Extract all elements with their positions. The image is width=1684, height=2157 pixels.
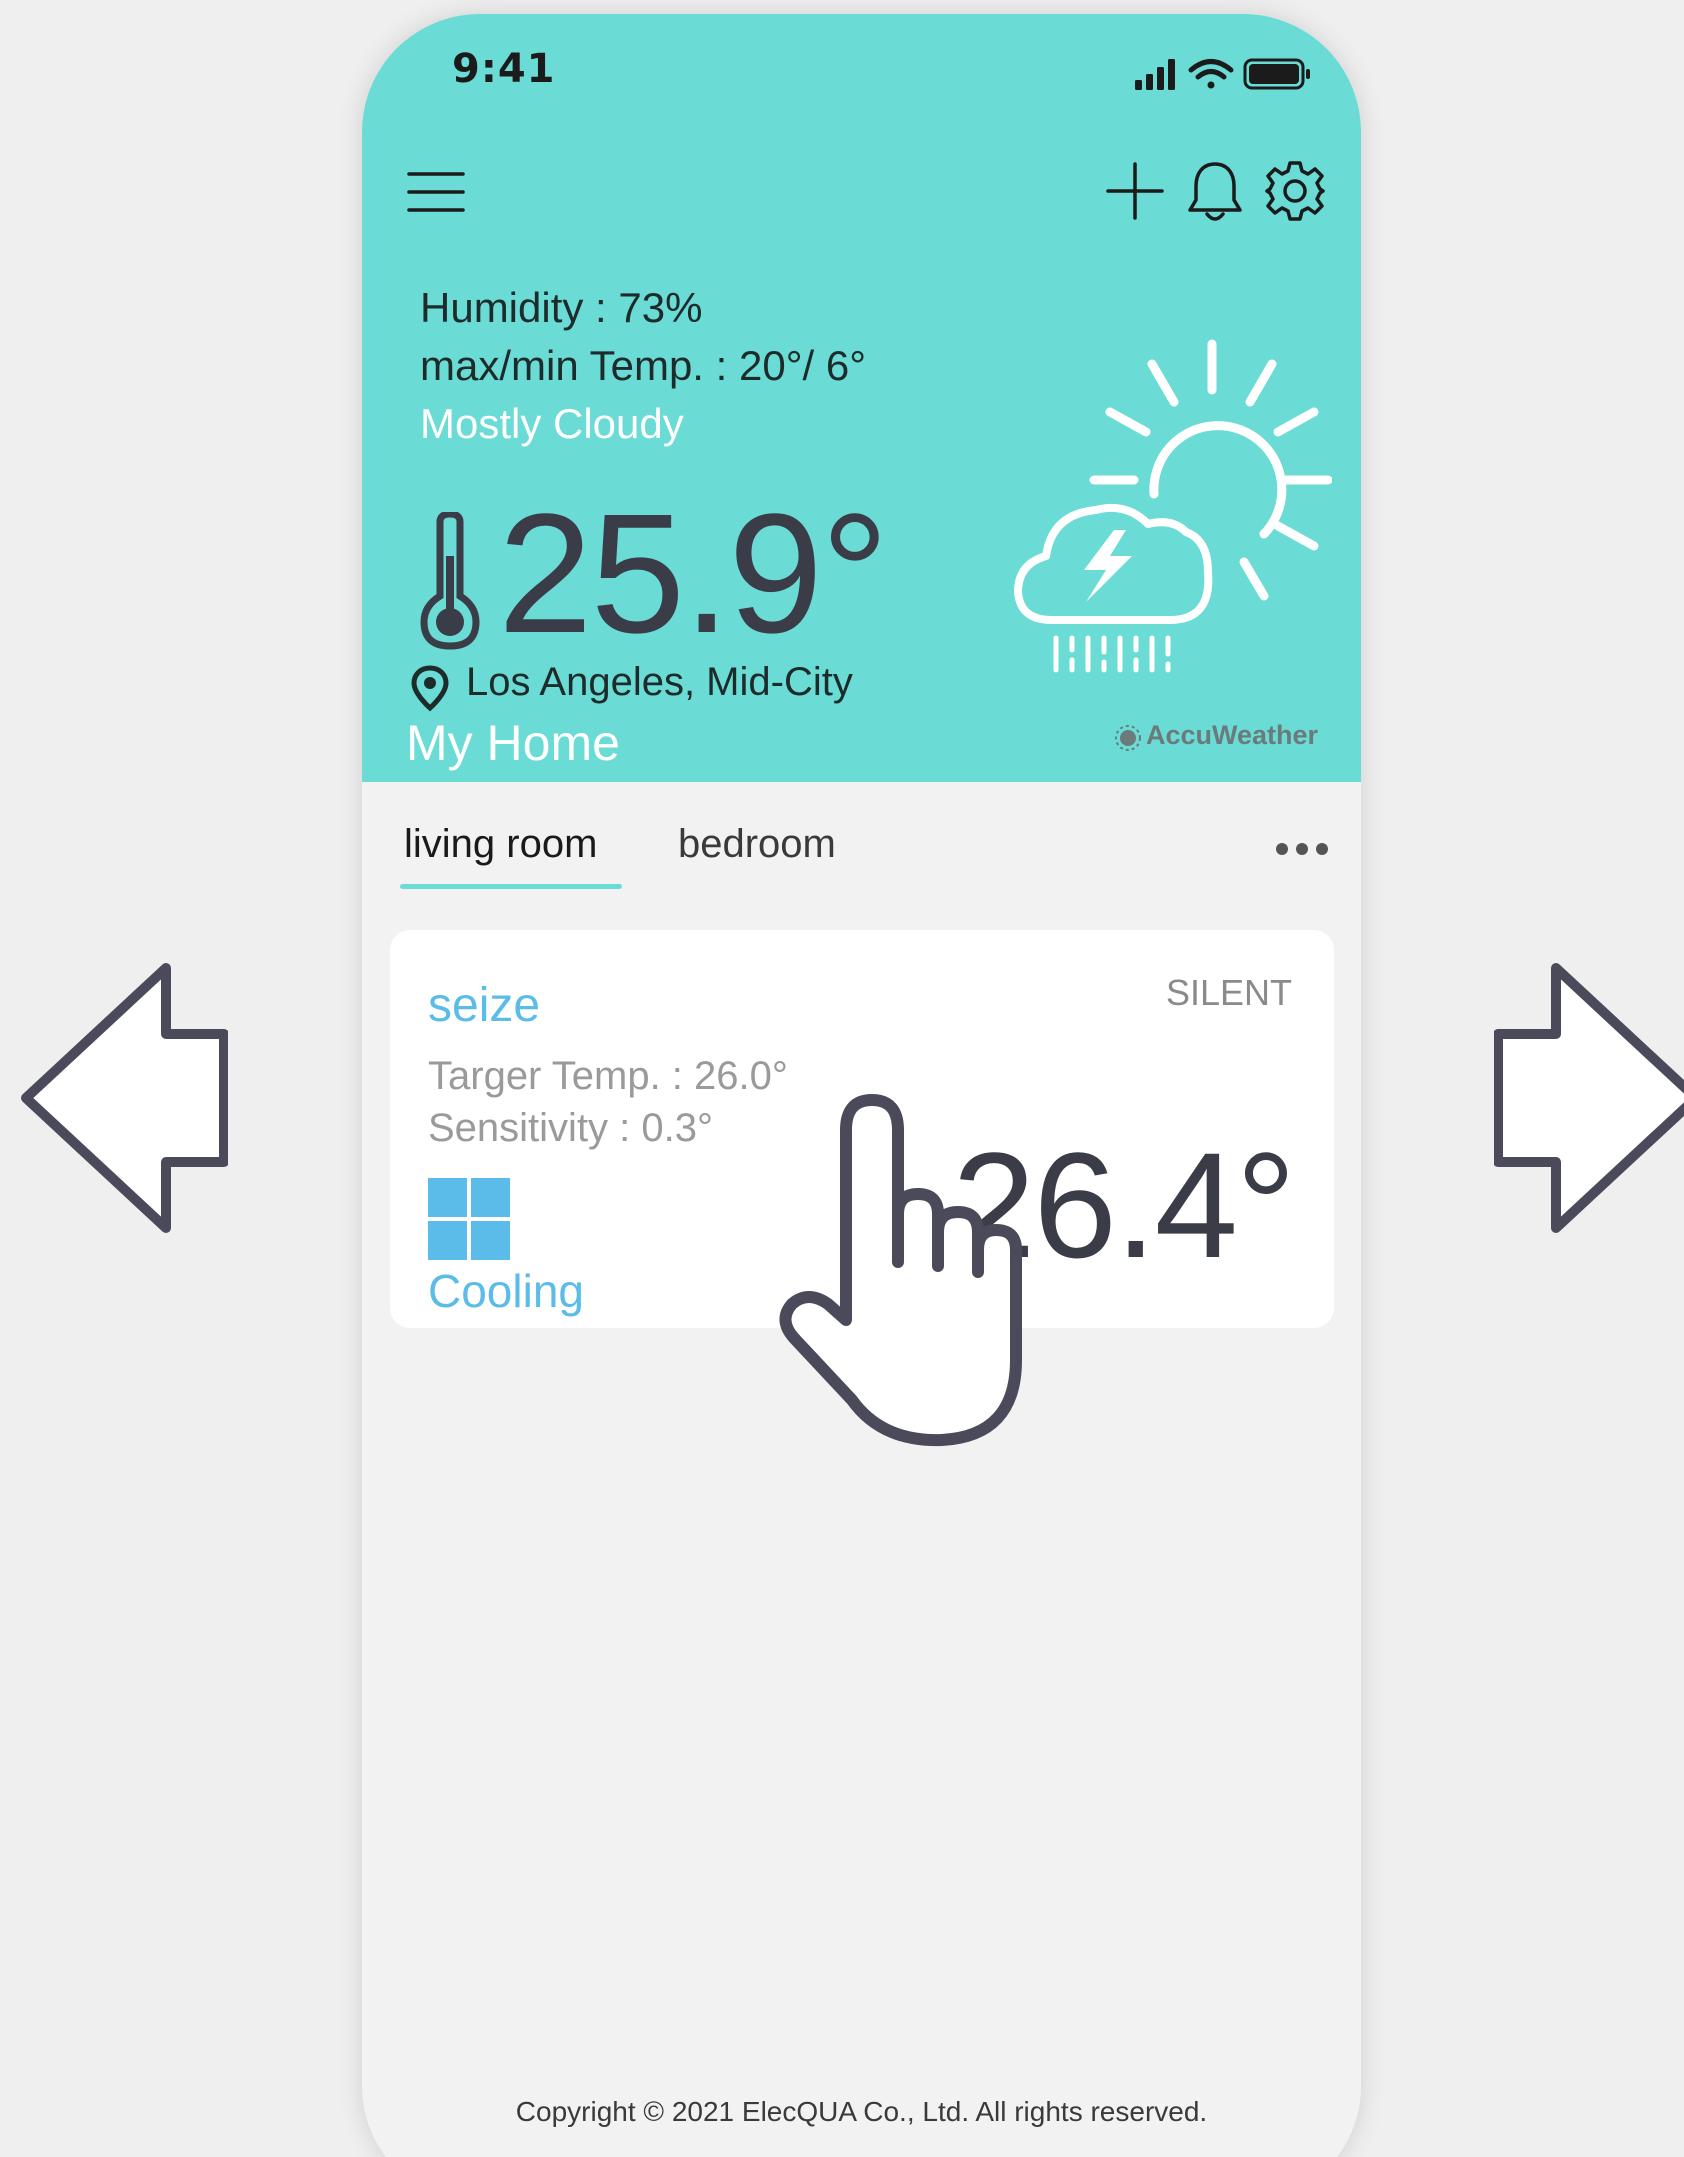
max-min-temp-text: max/min Temp. : 20°/ 6° — [420, 342, 866, 389]
weather-provider: AccuWeather — [1146, 720, 1319, 750]
signal-icon — [1135, 59, 1175, 90]
home-name[interactable]: My Home — [406, 714, 620, 772]
thermometer-icon — [420, 512, 480, 650]
weather-header: 9:41 Humidity: 73% max/min Temp.: 20°/… — [362, 14, 1361, 782]
cooling-icon — [428, 1178, 510, 1260]
sensitivity-text: Sensitivity : 0.3° — [428, 1106, 713, 1150]
tab-living-room[interactable]: living room — [404, 822, 597, 867]
sun-behind-thunder-cloud-icon — [1014, 339, 1332, 673]
humidity-text: Humidity : 73% — [420, 284, 703, 331]
stage: 9:41 Humidity: 73% max/min Temp.: 20°/… — [0, 0, 1684, 2157]
accuweather-logo: AccuWeather — [1114, 718, 1344, 758]
outdoor-temperature: 25.9° — [498, 479, 889, 669]
accuweather-sun-icon — [1115, 725, 1141, 751]
battery-icon — [1243, 58, 1310, 90]
add-icon[interactable] — [1102, 158, 1168, 224]
weather-condition-text: Mostly Cloudy — [420, 400, 684, 447]
arrow-right-icon[interactable] — [1494, 960, 1684, 1236]
active-tab-indicator — [400, 884, 622, 889]
room-tabs: living room bedroom — [362, 804, 1361, 889]
hamburger-menu-icon[interactable] — [405, 166, 467, 218]
location-text: Los Angeles, Mid-City — [466, 660, 853, 704]
phone-screen: 9:41 Humidity: 73% max/min Temp.: 20°/… — [362, 14, 1361, 2157]
target-temp-text: Targer Temp. : 26.0° — [428, 1054, 788, 1098]
location-pin-icon — [411, 665, 449, 712]
gear-icon[interactable] — [1262, 158, 1328, 224]
bell-icon[interactable] — [1182, 158, 1248, 224]
device-name: seize — [428, 979, 541, 1032]
tab-bedroom[interactable]: bedroom — [678, 822, 836, 867]
device-state: Cooling — [428, 1265, 584, 1317]
wifi-icon — [1188, 59, 1234, 89]
arrow-left-icon[interactable] — [18, 960, 228, 1236]
tap-hand-icon — [779, 1094, 1022, 1447]
status-icons — [1135, 58, 1310, 90]
copyright-text: Copyright © 2021 ElecQUA Co., Ltd. All r… — [515, 2096, 1208, 2127]
status-time: 9:41 — [452, 46, 556, 92]
more-options-icon[interactable] — [1272, 838, 1332, 860]
device-mode: SILENT — [1165, 972, 1292, 1013]
